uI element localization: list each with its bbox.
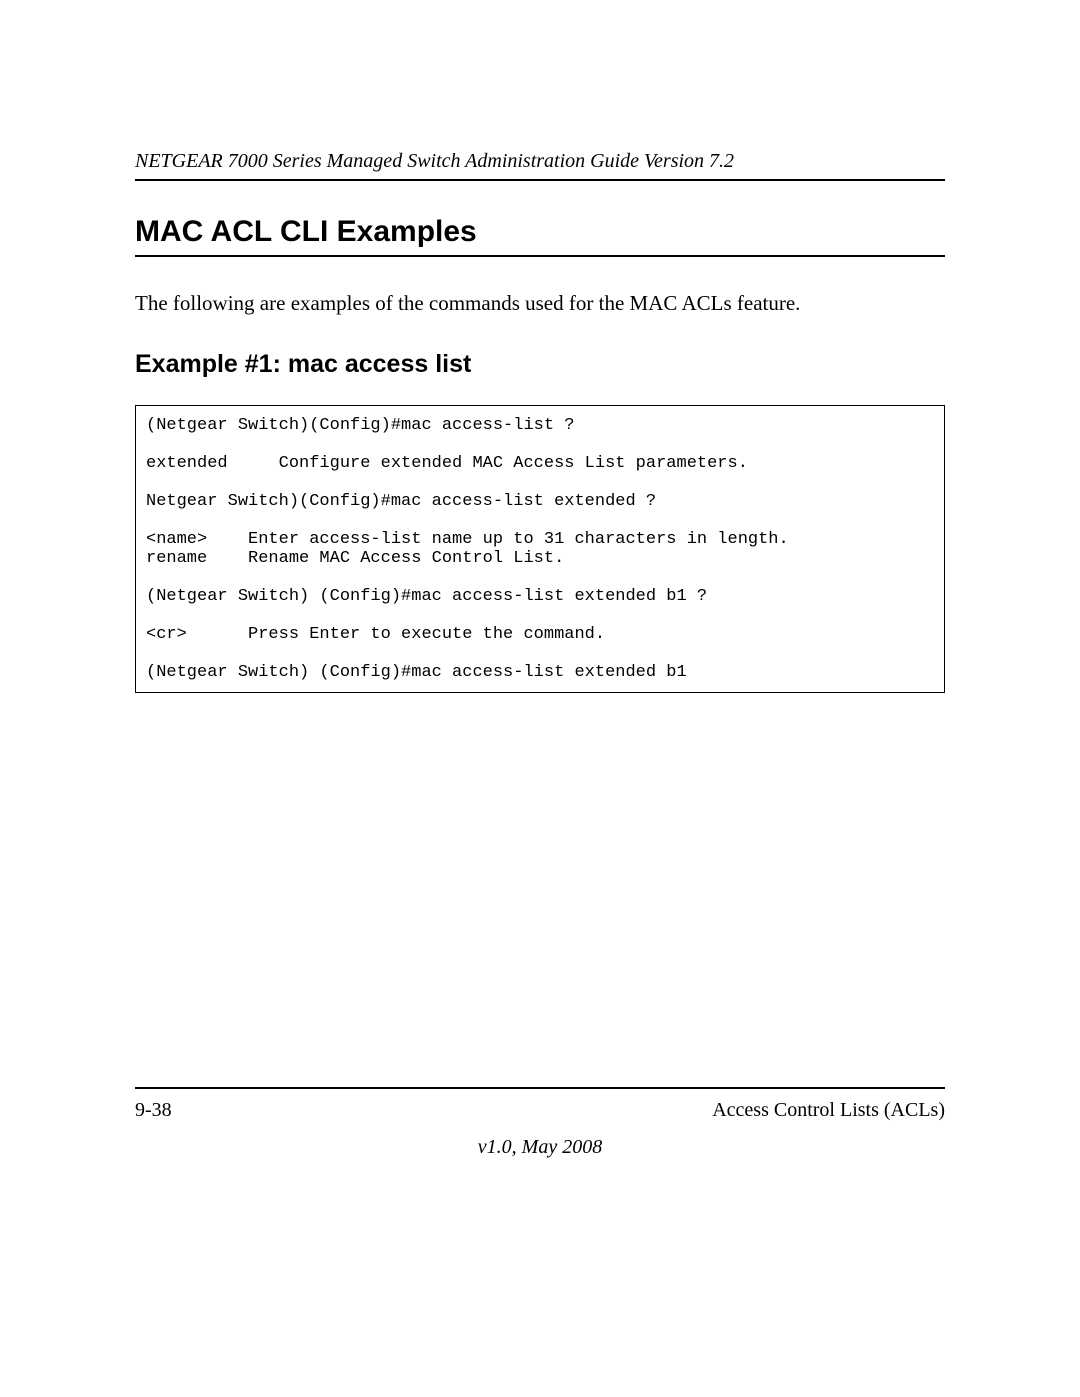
running-head: NETGEAR 7000 Series Managed Switch Admin… bbox=[135, 150, 945, 181]
page-number: 9-38 bbox=[135, 1099, 172, 1122]
section-title: MAC ACL CLI Examples bbox=[135, 215, 945, 257]
doc-version: v1.0, May 2008 bbox=[0, 1136, 1080, 1159]
section-intro: The following are examples of the comman… bbox=[135, 291, 945, 316]
code-block: (Netgear Switch)(Config)#mac access-list… bbox=[135, 405, 945, 693]
document-page: NETGEAR 7000 Series Managed Switch Admin… bbox=[0, 0, 1080, 1397]
page-footer: 9-38 Access Control Lists (ACLs) bbox=[135, 1087, 945, 1122]
chapter-name: Access Control Lists (ACLs) bbox=[712, 1099, 945, 1122]
example-title: Example #1: mac access list bbox=[135, 350, 945, 379]
